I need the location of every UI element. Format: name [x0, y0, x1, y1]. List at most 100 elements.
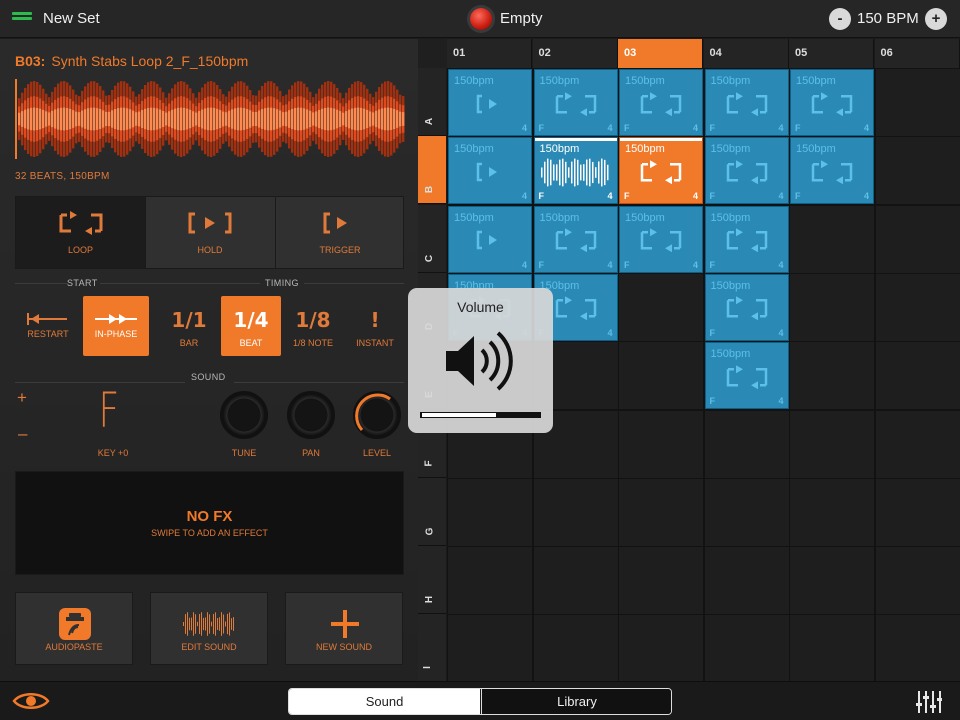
loop-mode-button[interactable]: LOOP [16, 197, 145, 268]
grid-cell[interactable] [874, 546, 960, 616]
song-title[interactable]: Empty [500, 10, 543, 27]
new-sound-button[interactable]: NEW SOUND [285, 592, 403, 665]
set-title[interactable]: New Set [43, 10, 100, 27]
grid-cell[interactable] [618, 477, 704, 547]
bpm-display[interactable]: 150 BPM [857, 10, 919, 27]
restart-label: RESTART [27, 329, 69, 339]
column-header-02[interactable]: 02 [532, 39, 618, 68]
grid-cell[interactable] [874, 341, 960, 411]
key-down-button[interactable]: – [18, 424, 27, 444]
grid-cell[interactable] [789, 477, 875, 547]
hold-mode-button[interactable]: HOLD [145, 197, 274, 268]
sound-editor-panel: B03: Synth Stabs Loop 2_F_150bpm 32 BEATS… [0, 39, 418, 681]
grid-cell[interactable] [874, 68, 960, 137]
column-header-06[interactable]: 06 [874, 39, 960, 68]
clip-a01[interactable]: 150bpm 4 [448, 69, 532, 136]
clip-a03[interactable]: 150bpm F 4 [619, 69, 703, 136]
grid-cell[interactable] [618, 546, 704, 616]
bpm-decrease-button[interactable]: - [829, 8, 851, 30]
fx-slot[interactable]: NO FX SWIPE TO ADD AN EFFECT [15, 471, 404, 575]
loop-icon [726, 364, 767, 389]
clip-a04[interactable]: 150bpm F 4 [704, 69, 789, 136]
grid-cell[interactable] [789, 204, 875, 274]
grid-cell[interactable] [618, 409, 704, 479]
quantize-label: 4 [521, 191, 527, 202]
grid-cell[interactable] [532, 614, 619, 684]
mixer-icon[interactable] [916, 691, 942, 713]
restart-option[interactable]: RESTART [15, 296, 81, 356]
clip-d04[interactable]: 150bpm F 4 [704, 273, 789, 341]
row-header-h[interactable]: H [418, 546, 446, 615]
clip-quantize: 4 [693, 260, 698, 270]
menu-icon[interactable] [12, 12, 32, 25]
grid-cell[interactable] [447, 546, 533, 616]
grid-cell[interactable] [532, 477, 619, 547]
trigger-mode-button[interactable]: TRIGGER [275, 197, 404, 268]
beat-option[interactable]: 1/4 BEAT [221, 296, 281, 356]
clip-c03[interactable]: 150bpm F 4 [619, 205, 703, 273]
grid-cell[interactable] [618, 272, 704, 342]
quantize-label: 4 [607, 191, 613, 202]
key-up-button[interactable]: + [17, 388, 27, 408]
tune-knob[interactable] [220, 391, 268, 439]
clip-b01[interactable]: 150bpm 4 [448, 137, 532, 205]
instant-option[interactable]: ! INSTANT [346, 296, 404, 356]
grid-cell[interactable] [789, 546, 875, 616]
in-phase-option[interactable]: IN-PHASE [83, 296, 149, 356]
grid-cell[interactable] [618, 614, 704, 684]
hold-mode-label: HOLD [197, 245, 223, 255]
clip-e04[interactable]: 150bpm F 4 [704, 342, 789, 410]
grid-cell[interactable] [874, 477, 960, 547]
edit-sound-button[interactable]: EDIT SOUND [150, 592, 268, 665]
grid-cell[interactable] [789, 614, 875, 684]
trigger-icon [323, 212, 347, 234]
grid-cell[interactable] [874, 614, 960, 684]
grid-cell[interactable] [703, 614, 790, 684]
record-icon[interactable] [470, 8, 492, 30]
grid-cell[interactable] [874, 136, 960, 206]
grid-cell[interactable] [874, 409, 960, 479]
row-header-b[interactable]: B [418, 136, 446, 205]
clip-c02[interactable]: 150bpm F 4 [533, 205, 618, 273]
grid-cell[interactable] [532, 546, 619, 616]
row-header-c[interactable]: C [418, 204, 446, 273]
grid-cell[interactable] [447, 477, 533, 547]
eighth-note-option[interactable]: 1/8 1/8 NOTE [283, 296, 343, 356]
column-header-05[interactable]: 05 [789, 39, 874, 68]
clip-b05[interactable]: 150bpm F 4 [790, 137, 874, 205]
tab-sound[interactable]: Sound [289, 689, 480, 714]
grid-cell[interactable] [703, 546, 790, 616]
row-header-i[interactable]: I [418, 614, 446, 683]
grid-cell[interactable] [447, 614, 533, 684]
tab-library[interactable]: Library [481, 689, 671, 714]
waveform-display[interactable] [15, 79, 405, 159]
clip-a02[interactable]: 150bpm F 4 [533, 69, 618, 136]
grid-cell[interactable] [789, 341, 875, 411]
audiopaste-button[interactable]: AUDIOPASTE [15, 592, 133, 665]
row-header-a[interactable]: A [418, 68, 446, 136]
column-header-04[interactable]: 04 [703, 39, 789, 68]
pan-knob[interactable] [287, 391, 335, 439]
clip-a05[interactable]: 150bpm F 4 [790, 69, 874, 136]
clip-b04[interactable]: 150bpm F 4 [704, 137, 789, 205]
bpm-increase-button[interactable]: + [925, 8, 947, 30]
grid-cell[interactable] [618, 341, 704, 411]
grid-cell[interactable] [874, 272, 960, 342]
column-header-01[interactable]: 01 [447, 39, 532, 68]
clip-b03[interactable]: 150bpm F 4 [619, 137, 703, 205]
bar-option[interactable]: 1/1 BAR [160, 296, 218, 356]
row-header-g[interactable]: G [418, 477, 446, 546]
grid-cell[interactable] [874, 204, 960, 274]
trigger-icon [476, 162, 497, 182]
grid-cell[interactable] [789, 272, 875, 342]
clip-c01[interactable]: 150bpm 4 [448, 205, 532, 273]
grid-cell[interactable] [703, 477, 790, 547]
column-header-03[interactable]: 03 [618, 39, 703, 68]
eye-icon[interactable] [12, 690, 50, 712]
clip-c04[interactable]: 150bpm F 4 [704, 205, 789, 273]
audiopaste-label: AUDIOPASTE [45, 642, 103, 652]
level-knob[interactable] [353, 391, 401, 439]
grid-cell[interactable] [703, 409, 790, 479]
clip-b02[interactable]: 150bpm F 4 [533, 137, 618, 205]
grid-cell[interactable] [789, 409, 875, 479]
